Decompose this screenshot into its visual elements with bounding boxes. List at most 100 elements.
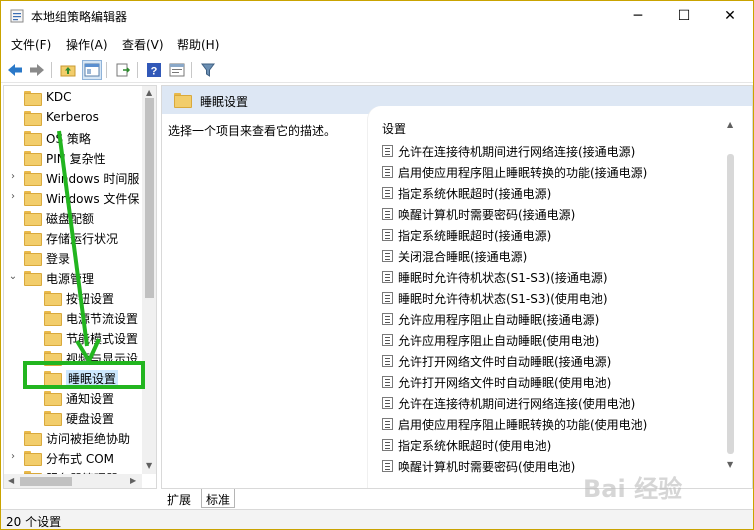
tab-standard[interactable]: 标准 [201,489,236,508]
description-text: 选择一个项目来查看它的描述。 [168,124,337,138]
setting-row[interactable]: 睡眠时允许待机状态(S1-S3)(使用电池) [382,287,722,308]
tree-expander-icon[interactable] [28,411,38,425]
setting-row[interactable]: 关闭混合睡眠(接通电源) [382,245,722,266]
tree-expander-icon[interactable] [8,91,18,105]
setting-label: 唤醒计算机时需要密码(接通电源) [398,208,576,222]
tree-expander-icon[interactable] [8,131,18,145]
settings-scroll-thumb[interactable] [727,154,734,454]
setting-row[interactable]: 启用使应用程序阻止睡眠转换的功能(接通电源) [382,161,722,182]
setting-label: 唤醒计算机时需要密码(使用电池) [398,460,576,474]
setting-row[interactable]: 允许在连接待机期间进行网络连接(使用电池) [382,392,722,413]
show-hide-tree-button[interactable] [82,60,102,80]
setting-row[interactable]: 指定系统休眠超时(使用电池) [382,434,722,455]
tree-item-label: KDC [46,90,72,104]
folder-icon [24,151,42,166]
tree-vertical-scrollbar[interactable]: ▲ ▼ [142,86,156,474]
setting-label: 启用使应用程序阻止睡眠转换的功能(接通电源) [398,166,648,180]
tree-item[interactable]: OS 策略 [4,128,144,148]
folder-icon [44,411,62,426]
policy-setting-icon [382,145,393,157]
menu-file[interactable]: 文件(F) [11,36,51,53]
folder-icon [24,271,42,286]
menu-action[interactable]: 操作(A) [66,36,108,53]
tree-item[interactable]: › 分布式 COM [4,448,144,468]
tree-item[interactable]: 按钮设置 [4,288,144,308]
export-list-button[interactable] [113,60,133,80]
app-window: 本地组策略编辑器 ─ ☐ ✕ 文件(F) 操作(A) 查看(V) 帮助(H) ? [0,0,754,530]
tree-scroll-thumb[interactable] [145,98,154,298]
filter-button[interactable] [198,60,218,80]
tree-expander-icon[interactable] [8,211,18,225]
forward-button[interactable] [27,60,47,80]
menu-view[interactable]: 查看(V) [122,36,164,53]
tree-expander-icon[interactable]: › [8,191,18,205]
close-button[interactable]: ✕ [707,1,753,31]
policy-setting-icon [382,313,393,325]
filter-icon [201,63,215,77]
policy-setting-icon [382,418,393,430]
tree-expander-icon[interactable] [8,251,18,265]
tree-expander-icon[interactable] [8,431,18,445]
setting-row[interactable]: 指定系统休眠超时(接通电源) [382,182,722,203]
tree-item[interactable]: ⌄ 电源管理 [4,268,144,288]
policy-editor-icon [10,9,24,23]
folder-icon [44,391,62,406]
tree-item[interactable]: 通知设置 [4,388,144,408]
tree-hscroll-thumb[interactable] [20,477,72,486]
tree-item[interactable]: Kerberos [4,108,144,128]
policy-setting-icon [382,292,393,304]
setting-row[interactable]: 允许应用程序阻止自动睡眠(接通电源) [382,308,722,329]
tree-item[interactable]: 电源节流设置 [4,308,144,328]
back-button[interactable] [5,60,25,80]
tree-expander-icon[interactable]: › [8,451,18,465]
tree-item[interactable]: 硬盘设置 [4,408,144,428]
setting-row[interactable]: 允许在连接待机期间进行网络连接(接通电源) [382,140,722,161]
setting-row[interactable]: 指定系统睡眠超时(接通电源) [382,224,722,245]
tree-expander-icon[interactable] [28,331,38,345]
maximize-button[interactable]: ☐ [661,1,707,31]
setting-label: 指定系统睡眠超时(接通电源) [398,229,552,243]
tree-item[interactable]: KDC [4,88,144,108]
details-title: 睡眠设置 [200,95,249,109]
tab-extended[interactable]: 扩展 [163,489,195,508]
tree-expander-icon[interactable] [8,151,18,165]
tree-expander-icon[interactable]: ⌄ [8,271,18,285]
setting-row[interactable]: 启用使应用程序阻止睡眠转换的功能(使用电池) [382,413,722,434]
setting-row[interactable]: 唤醒计算机时需要密码(接通电源) [382,203,722,224]
tree-item[interactable]: 访问被拒绝协助 [4,428,144,448]
tree-item[interactable]: 存储运行状况 [4,228,144,248]
tree-expander-icon[interactable] [8,231,18,245]
folder-icon [24,231,42,246]
tree-expander-icon[interactable] [28,311,38,325]
tree-item[interactable]: › Windows 时间服 [4,168,144,188]
minimize-button[interactable]: ─ [615,1,661,31]
help-button[interactable]: ? [144,60,164,80]
properties-button[interactable] [167,60,187,80]
tree-expander-icon[interactable] [28,391,38,405]
setting-row[interactable]: 允许打开网络文件时自动睡眠(使用电池) [382,371,722,392]
policy-setting-icon [382,229,393,241]
tree-item[interactable]: › Windows 文件保 [4,188,144,208]
tree-horizontal-scrollbar[interactable]: ◀ ▶ [4,474,142,488]
menu-help[interactable]: 帮助(H) [177,36,219,53]
back-arrow-icon [8,64,22,76]
settings-column-header[interactable]: 设置 [382,120,406,137]
tree-item-label: PIN 复杂性 [46,152,106,166]
tree-item-label: 分布式 COM [46,452,114,466]
setting-row[interactable]: 睡眠时允许待机状态(S1-S3)(接通电源) [382,266,722,287]
tree-item[interactable]: 节能模式设置 [4,328,144,348]
setting-row[interactable]: 允许打开网络文件时自动睡眠(接通电源) [382,350,722,371]
tree-item[interactable]: 磁盘配额 [4,208,144,228]
tree-expander-icon[interactable]: › [8,171,18,185]
tree-item[interactable]: 登录 [4,248,144,268]
tree-item[interactable]: PIN 复杂性 [4,148,144,168]
setting-row[interactable]: 允许应用程序阻止自动睡眠(使用电池) [382,329,722,350]
tree-item-label: Windows 时间服 [46,172,140,186]
up-folder-icon [60,65,76,77]
up-folder-button[interactable] [58,60,78,80]
tree-expander-icon[interactable] [8,111,18,125]
tree-expander-icon[interactable] [28,291,38,305]
show-hide-tree-icon [84,63,100,77]
setting-label: 允许在连接待机期间进行网络连接(接通电源) [398,145,636,159]
settings-vertical-scrollbar[interactable]: ▲ ▼ [722,114,739,474]
